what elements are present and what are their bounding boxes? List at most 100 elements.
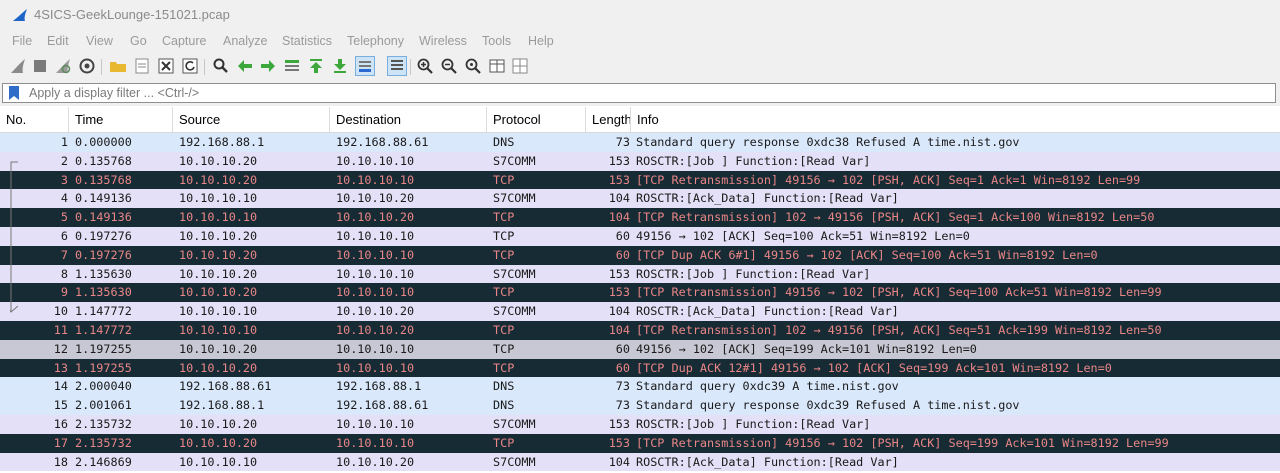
display-filter-input[interactable] — [29, 84, 1229, 102]
packet-row[interactable]: 11 1.147772 10.10.10.10 10.10.10.20 TCP … — [0, 320, 1280, 340]
packet-time: 1.197255 — [75, 341, 132, 356]
stop-capture-icon[interactable] — [31, 57, 49, 75]
packet-row-selected[interactable]: 12 1.197255 10.10.10.20 10.10.10.10 TCP … — [0, 339, 1280, 359]
packet-row[interactable]: 10 1.147772 10.10.10.10 10.10.10.20 S7CO… — [0, 302, 1280, 321]
packet-length: 153 — [608, 435, 630, 450]
close-file-icon[interactable] — [157, 57, 175, 75]
packet-row[interactable]: 1 0.000000 192.168.88.1 192.168.88.61 DN… — [0, 133, 1280, 152]
packet-destination: 10.10.10.10 — [336, 285, 415, 300]
packet-info: [TCP Retransmission] 49156 → 102 [PSH, A… — [636, 285, 1162, 300]
packet-source: 10.10.10.10 — [179, 304, 258, 319]
column-header-time[interactable]: Time — [69, 107, 173, 132]
packet-no: 9 — [60, 285, 68, 300]
expand-subtrees-icon[interactable] — [511, 57, 529, 75]
menu-help[interactable]: Help — [528, 34, 554, 48]
packet-info: [TCP Retransmission] 49156 → 102 [PSH, A… — [636, 435, 1169, 450]
packet-row[interactable]: 7 0.197276 10.10.10.20 10.10.10.10 TCP 6… — [0, 245, 1280, 265]
packet-source: 10.10.10.10 — [179, 191, 258, 206]
menu-analyze[interactable]: Analyze — [223, 34, 267, 48]
packet-row[interactable]: 18 2.146869 10.10.10.10 10.10.10.20 S7CO… — [0, 452, 1280, 472]
packet-source: 10.10.10.20 — [179, 360, 258, 375]
column-header-no[interactable]: No. — [0, 107, 69, 132]
packet-no: 7 — [60, 247, 68, 262]
menu-edit[interactable]: Edit — [47, 34, 69, 48]
packet-no: 1 — [60, 135, 68, 149]
packet-protocol: DNS — [493, 379, 515, 394]
menu-telephony[interactable]: Telephony — [347, 34, 404, 48]
packet-source: 10.10.10.20 — [179, 285, 258, 300]
menu-go[interactable]: Go — [130, 34, 147, 48]
packet-row[interactable]: 6 0.197276 10.10.10.20 10.10.10.10 TCP 6… — [0, 226, 1280, 246]
start-capture-fin-icon[interactable] — [9, 57, 27, 75]
menu-wireless[interactable]: Wireless — [419, 34, 467, 48]
packet-time: 0.000000 — [75, 135, 132, 149]
resize-columns-icon[interactable] — [488, 57, 506, 75]
go-first-packet-icon[interactable] — [307, 57, 325, 75]
column-header-length[interactable]: Length — [586, 107, 631, 132]
auto-scroll-icon[interactable] — [355, 56, 375, 76]
packet-destination: 10.10.10.20 — [336, 210, 415, 225]
toolbar-separator — [410, 59, 411, 75]
packet-time: 0.135768 — [75, 172, 132, 187]
column-header-protocol[interactable]: Protocol — [487, 107, 586, 132]
go-last-packet-icon[interactable] — [331, 57, 349, 75]
packet-row[interactable]: 4 0.149136 10.10.10.10 10.10.10.20 S7COM… — [0, 189, 1280, 209]
go-forward-arrow-icon[interactable] — [259, 57, 277, 75]
packet-source: 10.10.10.20 — [179, 153, 258, 168]
packet-time: 2.135732 — [75, 435, 132, 450]
menu-view[interactable]: View — [86, 34, 113, 48]
packet-row[interactable]: 15 2.001061 192.168.88.1 192.168.88.61 D… — [0, 396, 1280, 415]
packet-protocol: TCP — [493, 341, 515, 356]
colorize-list-icon[interactable] — [387, 56, 407, 76]
packet-info: Standard query response 0xdc38 Refused A… — [636, 135, 1020, 149]
packet-time: 2.000040 — [75, 379, 132, 394]
packet-info: ROSCTR:[Job ] Function:[Read Var] — [636, 416, 871, 431]
menu-capture[interactable]: Capture — [162, 34, 206, 48]
packet-length: 153 — [608, 172, 630, 187]
packet-destination: 10.10.10.10 — [336, 247, 415, 262]
column-header-source[interactable]: Source — [173, 107, 330, 132]
zoom-in-icon[interactable] — [416, 57, 434, 75]
wireshark-fin-icon — [13, 9, 27, 21]
go-back-arrow-icon[interactable] — [236, 57, 254, 75]
packet-row[interactable]: 3 0.135768 10.10.10.20 10.10.10.10 TCP 1… — [0, 170, 1280, 190]
normal-size-icon[interactable] — [464, 57, 482, 75]
packet-length: 60 — [615, 228, 630, 243]
packet-row[interactable]: 17 2.135732 10.10.10.20 10.10.10.10 TCP … — [0, 433, 1280, 453]
bookmark-icon[interactable] — [9, 86, 19, 100]
packet-row[interactable]: 9 1.135630 10.10.10.20 10.10.10.10 TCP 1… — [0, 283, 1280, 303]
save-file-icon[interactable] — [133, 57, 151, 75]
packet-length: 104 — [608, 304, 630, 319]
packet-no: 5 — [60, 210, 68, 225]
menu-tools[interactable]: Tools — [482, 34, 511, 48]
packet-row[interactable]: 5 0.149136 10.10.10.10 10.10.10.20 TCP 1… — [0, 208, 1280, 227]
capture-options-gear-icon[interactable] — [78, 57, 96, 75]
packet-row[interactable]: 16 2.135732 10.10.10.20 10.10.10.10 S7CO… — [0, 414, 1280, 434]
packet-protocol: TCP — [493, 435, 515, 450]
packet-row[interactable]: 13 1.197255 10.10.10.20 10.10.10.10 TCP … — [0, 358, 1280, 378]
restart-capture-icon[interactable] — [54, 57, 72, 75]
window-title: 4SICS-GeekLounge-151021.pcap — [34, 7, 230, 22]
packet-no: 16 — [53, 416, 68, 431]
menu-file[interactable]: File — [12, 34, 32, 48]
packet-no: 14 — [53, 379, 68, 394]
find-packet-search-icon[interactable] — [212, 57, 230, 75]
packet-protocol: TCP — [493, 360, 515, 375]
packet-row[interactable]: 2 0.135768 10.10.10.20 10.10.10.10 S7COM… — [0, 151, 1280, 171]
packet-protocol: S7COMM — [493, 454, 536, 469]
packet-protocol: TCP — [493, 228, 515, 243]
packet-destination: 10.10.10.10 — [336, 341, 415, 356]
packet-destination: 10.10.10.10 — [336, 435, 415, 450]
packet-protocol: S7COMM — [493, 304, 536, 319]
packet-row[interactable]: 14 2.000040 192.168.88.61 192.168.88.1 D… — [0, 377, 1280, 397]
packet-row[interactable]: 8 1.135630 10.10.10.20 10.10.10.10 S7COM… — [0, 264, 1280, 284]
go-to-packet-icon[interactable] — [283, 57, 301, 75]
packet-no: 15 — [53, 398, 68, 413]
column-header-destination[interactable]: Destination — [330, 107, 487, 132]
open-folder-icon[interactable] — [109, 57, 127, 75]
packet-info: ROSCTR:[Job ] Function:[Read Var] — [636, 266, 871, 281]
reload-file-icon[interactable] — [181, 57, 199, 75]
column-header-info[interactable]: Info — [631, 107, 1280, 132]
menu-statistics[interactable]: Statistics — [282, 34, 332, 48]
zoom-out-icon[interactable] — [440, 57, 458, 75]
